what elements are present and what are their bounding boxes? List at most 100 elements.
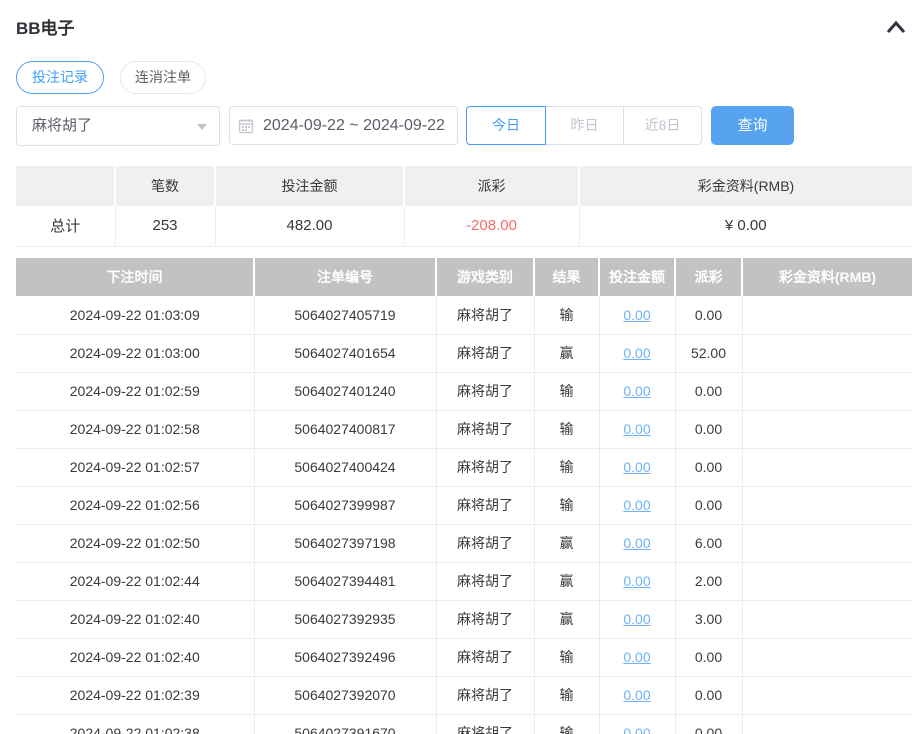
record-bet-amount-link: 0.00 xyxy=(599,410,675,448)
calendar-icon xyxy=(238,118,254,134)
record-payout: 0.00 xyxy=(675,296,742,334)
panel-title: BB电子 xyxy=(16,19,75,38)
record-time: 2024-09-22 01:03:00 xyxy=(16,334,254,372)
record-bonus xyxy=(742,524,912,562)
tab-cancelled-bets[interactable]: 连消注单 xyxy=(120,61,206,94)
record-payout: 0.00 xyxy=(675,638,742,676)
record-time: 2024-09-22 01:02:58 xyxy=(16,410,254,448)
summary-total-payout: -208.00 xyxy=(404,206,579,246)
record-row: 2024-09-22 01:02:395064027392070麻将胡了输0.0… xyxy=(16,676,912,714)
record-payout: 0.00 xyxy=(675,448,742,486)
today-button[interactable]: 今日 xyxy=(466,106,546,145)
record-payout: 3.00 xyxy=(675,600,742,638)
record-bonus xyxy=(742,410,912,448)
record-result: 输 xyxy=(534,638,599,676)
record-game: 麻将胡了 xyxy=(436,524,534,562)
record-bet-no: 5064027392070 xyxy=(254,676,436,714)
bet-amount-link[interactable]: 0.00 xyxy=(623,535,650,551)
date-range-picker[interactable]: 2024-09-22 ~ 2024-09-22 xyxy=(229,106,458,145)
record-bet-amount-link: 0.00 xyxy=(599,334,675,372)
record-game: 麻将胡了 xyxy=(436,296,534,334)
record-row: 2024-09-22 01:02:445064027394481麻将胡了赢 0.0… xyxy=(16,562,912,600)
record-bet-no: 5064027392935 xyxy=(254,600,436,638)
bet-amount-link[interactable]: 0.00 xyxy=(623,421,650,437)
summary-header-blank xyxy=(16,166,115,206)
summary-header-count: 笔数 xyxy=(115,166,215,206)
bet-amount-link[interactable]: 0.00 xyxy=(623,649,650,665)
record-bet-no: 5064027399987 xyxy=(254,486,436,524)
chevron-down-icon xyxy=(197,124,207,130)
record-bet-amount-link: 0.00 xyxy=(599,524,675,562)
records-header-bonus: 彩金资料(RMB) xyxy=(742,258,912,296)
records-header-row: 下注时间 注单编号 游戏类别 结果 投注金额 派彩 彩金资料(RMB) xyxy=(16,258,912,296)
record-time: 2024-09-22 01:02:50 xyxy=(16,524,254,562)
record-result: 输 xyxy=(534,714,599,734)
record-bet-no: 5064027401240 xyxy=(254,372,436,410)
record-result: 输 xyxy=(534,410,599,448)
tab-betting-records[interactable]: 投注记录 xyxy=(16,61,104,94)
record-row: 2024-09-22 01:02:505064027397198麻将胡了赢0.0… xyxy=(16,524,912,562)
records-table: 下注时间 注单编号 游戏类别 结果 投注金额 派彩 彩金资料(RMB) 2024… xyxy=(16,258,912,734)
record-time: 2024-09-22 01:02:44 xyxy=(16,562,254,600)
record-bonus xyxy=(742,372,912,410)
record-time: 2024-09-22 01:02:59 xyxy=(16,372,254,410)
records-header-payout: 派彩 xyxy=(675,258,742,296)
summary-header-bonus: 彩金资料(RMB) xyxy=(579,166,912,206)
summary-total-bet-amount: 482.00 xyxy=(215,206,404,246)
record-bet-amount-link: 0.00 xyxy=(599,372,675,410)
bet-amount-link[interactable]: 0.00 xyxy=(623,307,650,323)
record-bet-amount-link: 0.00 xyxy=(599,448,675,486)
records-header-time: 下注时间 xyxy=(16,258,254,296)
record-result: 赢 xyxy=(534,524,599,562)
bet-amount-link[interactable]: 0.00 xyxy=(623,383,650,399)
tab-bar: 投注记录 连消注单 xyxy=(16,61,222,94)
record-bet-no: 5064027392496 xyxy=(254,638,436,676)
record-bonus xyxy=(742,600,912,638)
filter-bar: 麻将胡了 2024-09-22 ~ 2024-09-22 xyxy=(16,106,906,146)
record-payout: 6.00 xyxy=(675,524,742,562)
betting-records-panel: BB电子 投注记录 连消注单 麻将胡了 xyxy=(0,0,914,734)
record-bet-amount-link: 0.00 xyxy=(599,676,675,714)
record-bonus xyxy=(742,638,912,676)
record-bet-amount-link: 0.00 xyxy=(599,562,675,600)
yesterday-button[interactable]: 昨日 xyxy=(545,106,624,145)
game-type-selected-value: 麻将胡了 xyxy=(32,107,92,145)
record-row: 2024-09-22 01:02:575064027400424麻将胡了输0.0… xyxy=(16,448,912,486)
record-bonus xyxy=(742,562,912,600)
record-time: 2024-09-22 01:03:09 xyxy=(16,296,254,334)
record-game: 麻将胡了 xyxy=(436,562,534,600)
bet-amount-link[interactable]: 0.00 xyxy=(623,725,650,734)
record-bonus xyxy=(742,714,912,734)
bet-amount-link[interactable]: 0.00 xyxy=(623,459,650,475)
records-header-game: 游戏类别 xyxy=(436,258,534,296)
chevron-up-icon[interactable] xyxy=(886,20,906,36)
panel-header: BB电子 xyxy=(16,18,906,40)
bet-amount-link[interactable]: 0.00 xyxy=(623,573,650,589)
record-bet-no: 5064027394481 xyxy=(254,562,436,600)
record-payout: 0.00 xyxy=(675,486,742,524)
record-game: 麻将胡了 xyxy=(436,676,534,714)
record-time: 2024-09-22 01:02:39 xyxy=(16,676,254,714)
bet-amount-link[interactable]: 0.00 xyxy=(623,497,650,513)
search-button[interactable]: 查询 xyxy=(711,106,794,145)
game-type-select[interactable]: 麻将胡了 xyxy=(16,106,220,146)
record-time: 2024-09-22 01:02:38 xyxy=(16,714,254,734)
record-bet-no: 5064027401654 xyxy=(254,334,436,372)
record-game: 麻将胡了 xyxy=(436,410,534,448)
bet-amount-link[interactable]: 0.00 xyxy=(623,611,650,627)
record-payout: 0.00 xyxy=(675,676,742,714)
record-bonus xyxy=(742,486,912,524)
record-payout: 52.00 xyxy=(675,334,742,372)
record-game: 麻将胡了 xyxy=(436,372,534,410)
record-bet-no: 5064027400817 xyxy=(254,410,436,448)
summary-header-bet-amount: 投注金额 xyxy=(215,166,404,206)
last-8-days-button[interactable]: 近8日 xyxy=(623,106,702,145)
record-bet-no: 5064027400424 xyxy=(254,448,436,486)
record-result: 赢 xyxy=(534,562,599,600)
record-row: 2024-09-22 01:02:585064027400817麻将胡了输 0.0… xyxy=(16,410,912,448)
record-result: 输 xyxy=(534,372,599,410)
summary-total-count: 253 xyxy=(115,206,215,246)
bet-amount-link[interactable]: 0.00 xyxy=(623,345,650,361)
records-header-bet-no: 注单编号 xyxy=(254,258,436,296)
bet-amount-link[interactable]: 0.00 xyxy=(623,687,650,703)
